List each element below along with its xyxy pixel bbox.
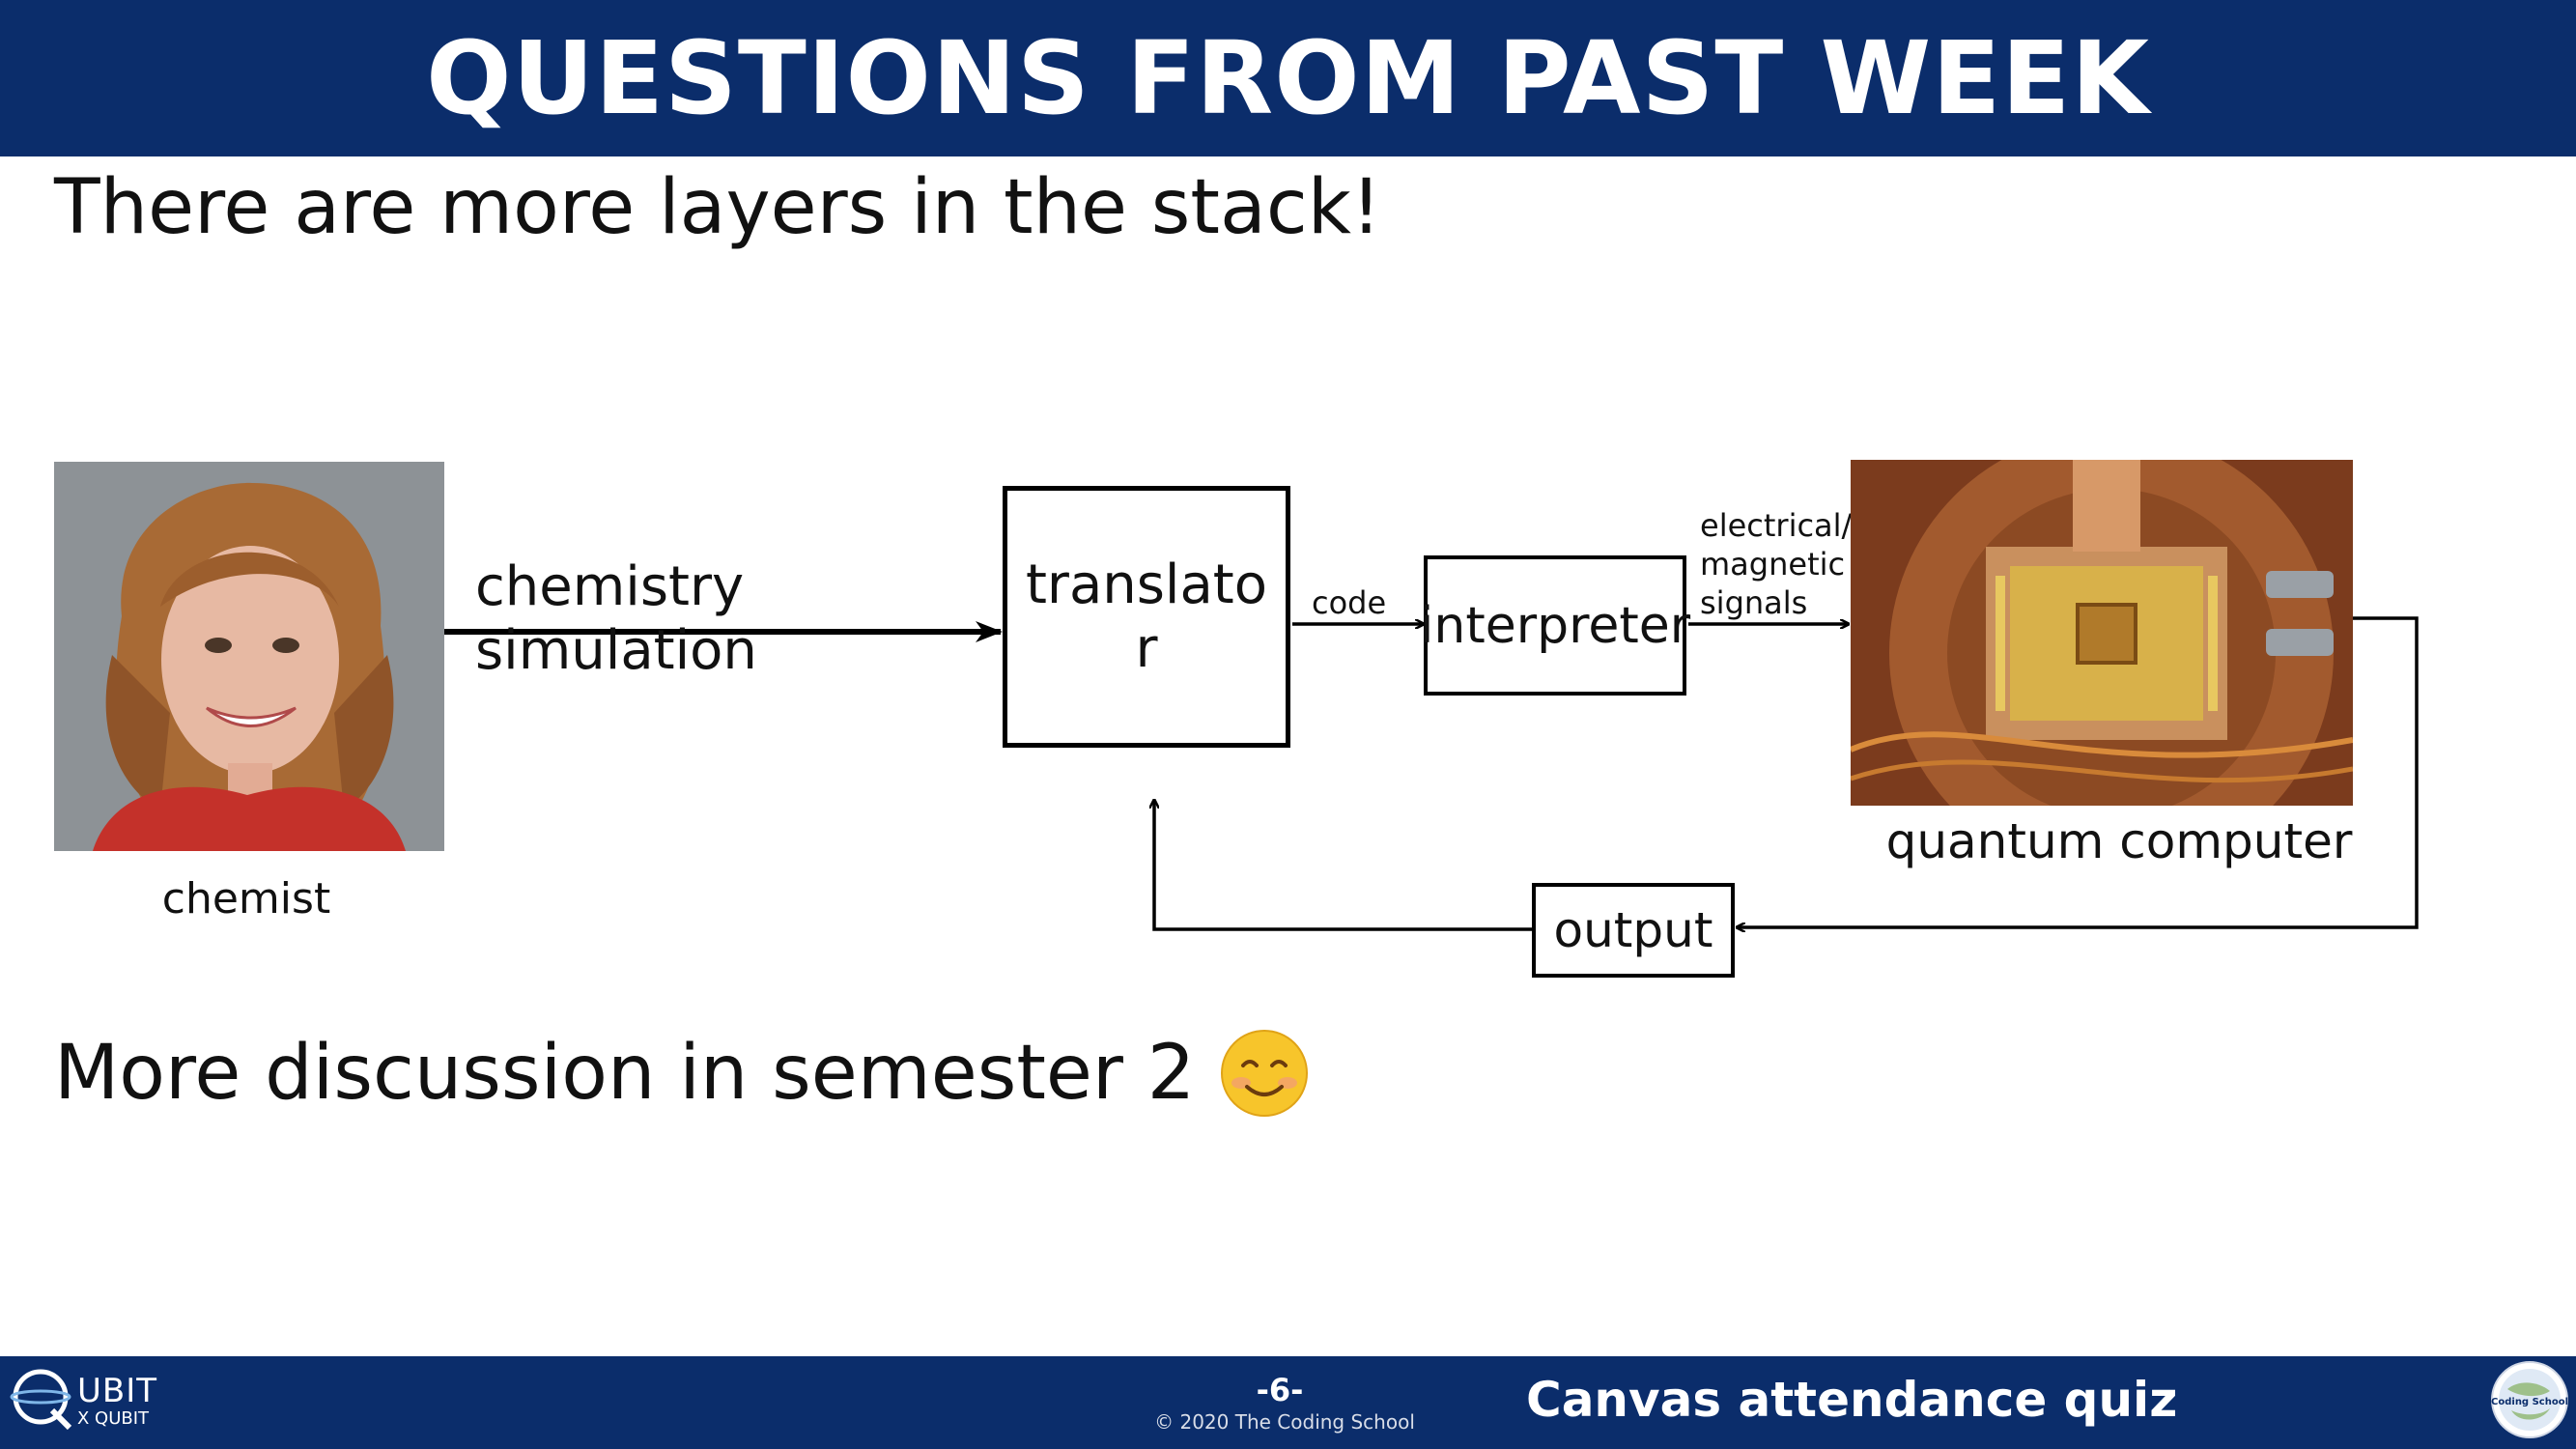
page-number: -6- — [1256, 1372, 1304, 1408]
quantum-computer-label: quantum computer — [1885, 813, 2353, 869]
output-label: output — [1553, 902, 1713, 958]
interpreter-box: interpreter — [1420, 555, 1690, 696]
closing-line: More discussion in semester 2 — [54, 1029, 1309, 1118]
output-box: output — [1532, 883, 1735, 978]
translator-box: translato r — [1003, 486, 1290, 748]
logo-main-text: UBIT — [77, 1372, 158, 1410]
quantum-computer-image — [1851, 460, 2353, 806]
code-label: code — [1312, 584, 1387, 621]
translator-label: translato r — [1025, 553, 1268, 680]
smiling-face-emoji-icon — [1221, 1030, 1309, 1117]
feedback-arrow — [1154, 800, 1532, 931]
interpreter-label: interpreter — [1419, 596, 1691, 655]
coding-school-logo-icon: <Coding School> — [2490, 1361, 2569, 1438]
logo-sub-text: X QUBIT — [77, 1408, 150, 1429]
signals-label: electrical/ magnetic signals — [1700, 507, 1853, 621]
copyright-text: © 2020 The Coding School — [1154, 1410, 1415, 1434]
school-logo-text: <Coding School> — [2490, 1397, 2569, 1407]
quantum-computer-photo — [1851, 460, 2353, 806]
chemistry-simulation-label: chemistry simulation — [475, 555, 757, 682]
qubit-logo-icon — [10, 1369, 72, 1431]
closing-text: More discussion in semester 2 — [54, 1030, 1196, 1117]
attendance-quiz-text: Canvas attendance quiz — [1526, 1372, 2178, 1428]
